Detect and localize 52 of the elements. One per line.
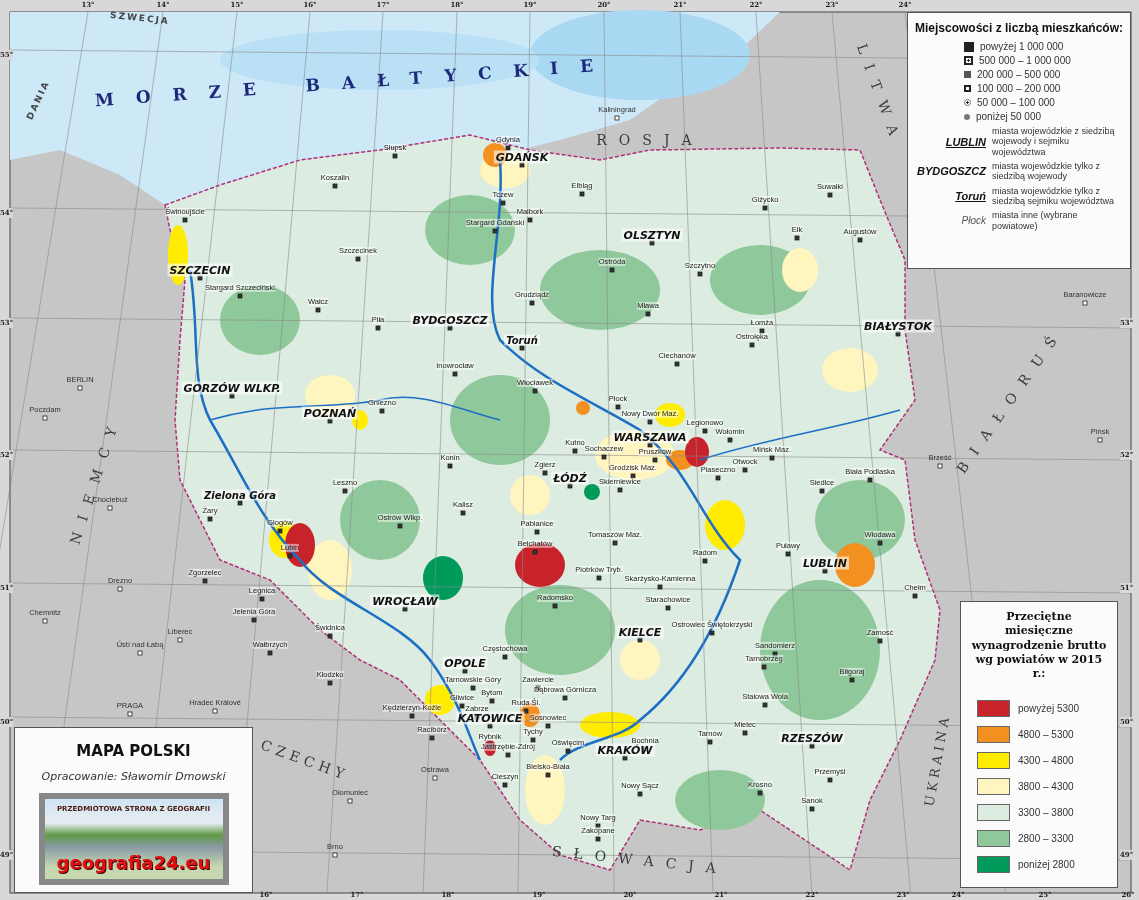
city-label: BYDGOSZCZ	[410, 313, 490, 327]
legend-label: 500 000 – 1 000 000	[979, 55, 1071, 66]
city-label: WARSZAWA	[611, 430, 689, 444]
legend-label: 4300 – 4800	[1018, 755, 1074, 767]
city-label: KIELCE	[616, 625, 664, 639]
legend-label: miasta inne (wybrane powiatowe)	[992, 210, 1079, 232]
city-label: BIAŁYSTOK	[862, 319, 934, 333]
legend-title: Miejscowości z liczbą mieszkańców:	[914, 21, 1124, 35]
legend-label: powyżej 5300	[1018, 703, 1080, 715]
population-marker-icon	[964, 85, 971, 92]
legend-sample: LUBLIN	[944, 135, 986, 148]
map-title: MAPA POLSKI	[76, 742, 191, 760]
city-label: Zielona Góra	[202, 489, 278, 501]
logo-text: geografia24.eu	[56, 852, 211, 873]
legend-label: powyżej 1 000 000	[980, 41, 1064, 52]
legend-label: 50 000 – 100 000	[977, 97, 1055, 108]
population-marker-icon	[964, 41, 974, 52]
city-label: GORZÓW WLKP.	[181, 381, 283, 395]
legend-sample: Płock	[960, 215, 986, 227]
legend-label: miasta wojewódzkie tylko z siedzibą sejmiku województwa	[992, 185, 1116, 207]
country-label: SZWECJA	[109, 9, 171, 27]
legend-label: poniżej 50 000	[976, 111, 1042, 122]
country-label: ROSJA	[596, 132, 704, 148]
city-label: KRAKÓW	[595, 743, 655, 757]
legend-label: 200 000 – 500 000	[977, 69, 1061, 80]
city-label: OPOLE	[442, 656, 488, 670]
city-label: SZCZECIN	[167, 263, 233, 277]
population-marker-icon	[964, 56, 973, 65]
city-label: KATOWICE	[455, 711, 525, 725]
city-label: ŁÓDŹ	[551, 471, 589, 485]
legend-label: miasta wojewódzkie tylko z siedzibą wojewody	[992, 161, 1102, 182]
city-label: POZNAŃ	[301, 406, 359, 420]
legend-sample: BYDGOSZCZ	[915, 165, 986, 178]
city-label: Toruń	[504, 334, 540, 346]
legend-sample: Toruń	[954, 190, 986, 203]
legend-title: Przeciętne miesięczne wynagrodzenie brutto wg powiatów w 2015 r.:	[970, 610, 1108, 682]
legend-label: 4800 – 5300	[1018, 729, 1074, 741]
legend-label: miasta wojewódzkie z siedzibą wojewody i sejmiku województwa	[992, 126, 1116, 158]
city-label: WROCŁAW	[370, 594, 440, 608]
legend-label: 2800 – 3300	[1018, 833, 1074, 845]
legend-label: poniżej 2800	[1018, 859, 1075, 871]
city-label: RZESZÓW	[779, 731, 845, 745]
legend-label: 100 000 – 200 000	[977, 83, 1061, 94]
legend-label: 3800 – 4300	[1018, 781, 1074, 793]
city-label: OLSZTYN	[621, 228, 683, 242]
city-label: GDAŃSK	[493, 150, 551, 164]
population-marker-icon	[964, 71, 971, 78]
author-credit: Opracowanie: Sławomir Dmowski	[41, 770, 226, 783]
population-marker-icon	[964, 99, 971, 106]
city-label: LUBLIN	[801, 556, 849, 570]
population-marker-icon	[964, 113, 970, 120]
legend-label: 3300 – 3800	[1018, 807, 1074, 819]
